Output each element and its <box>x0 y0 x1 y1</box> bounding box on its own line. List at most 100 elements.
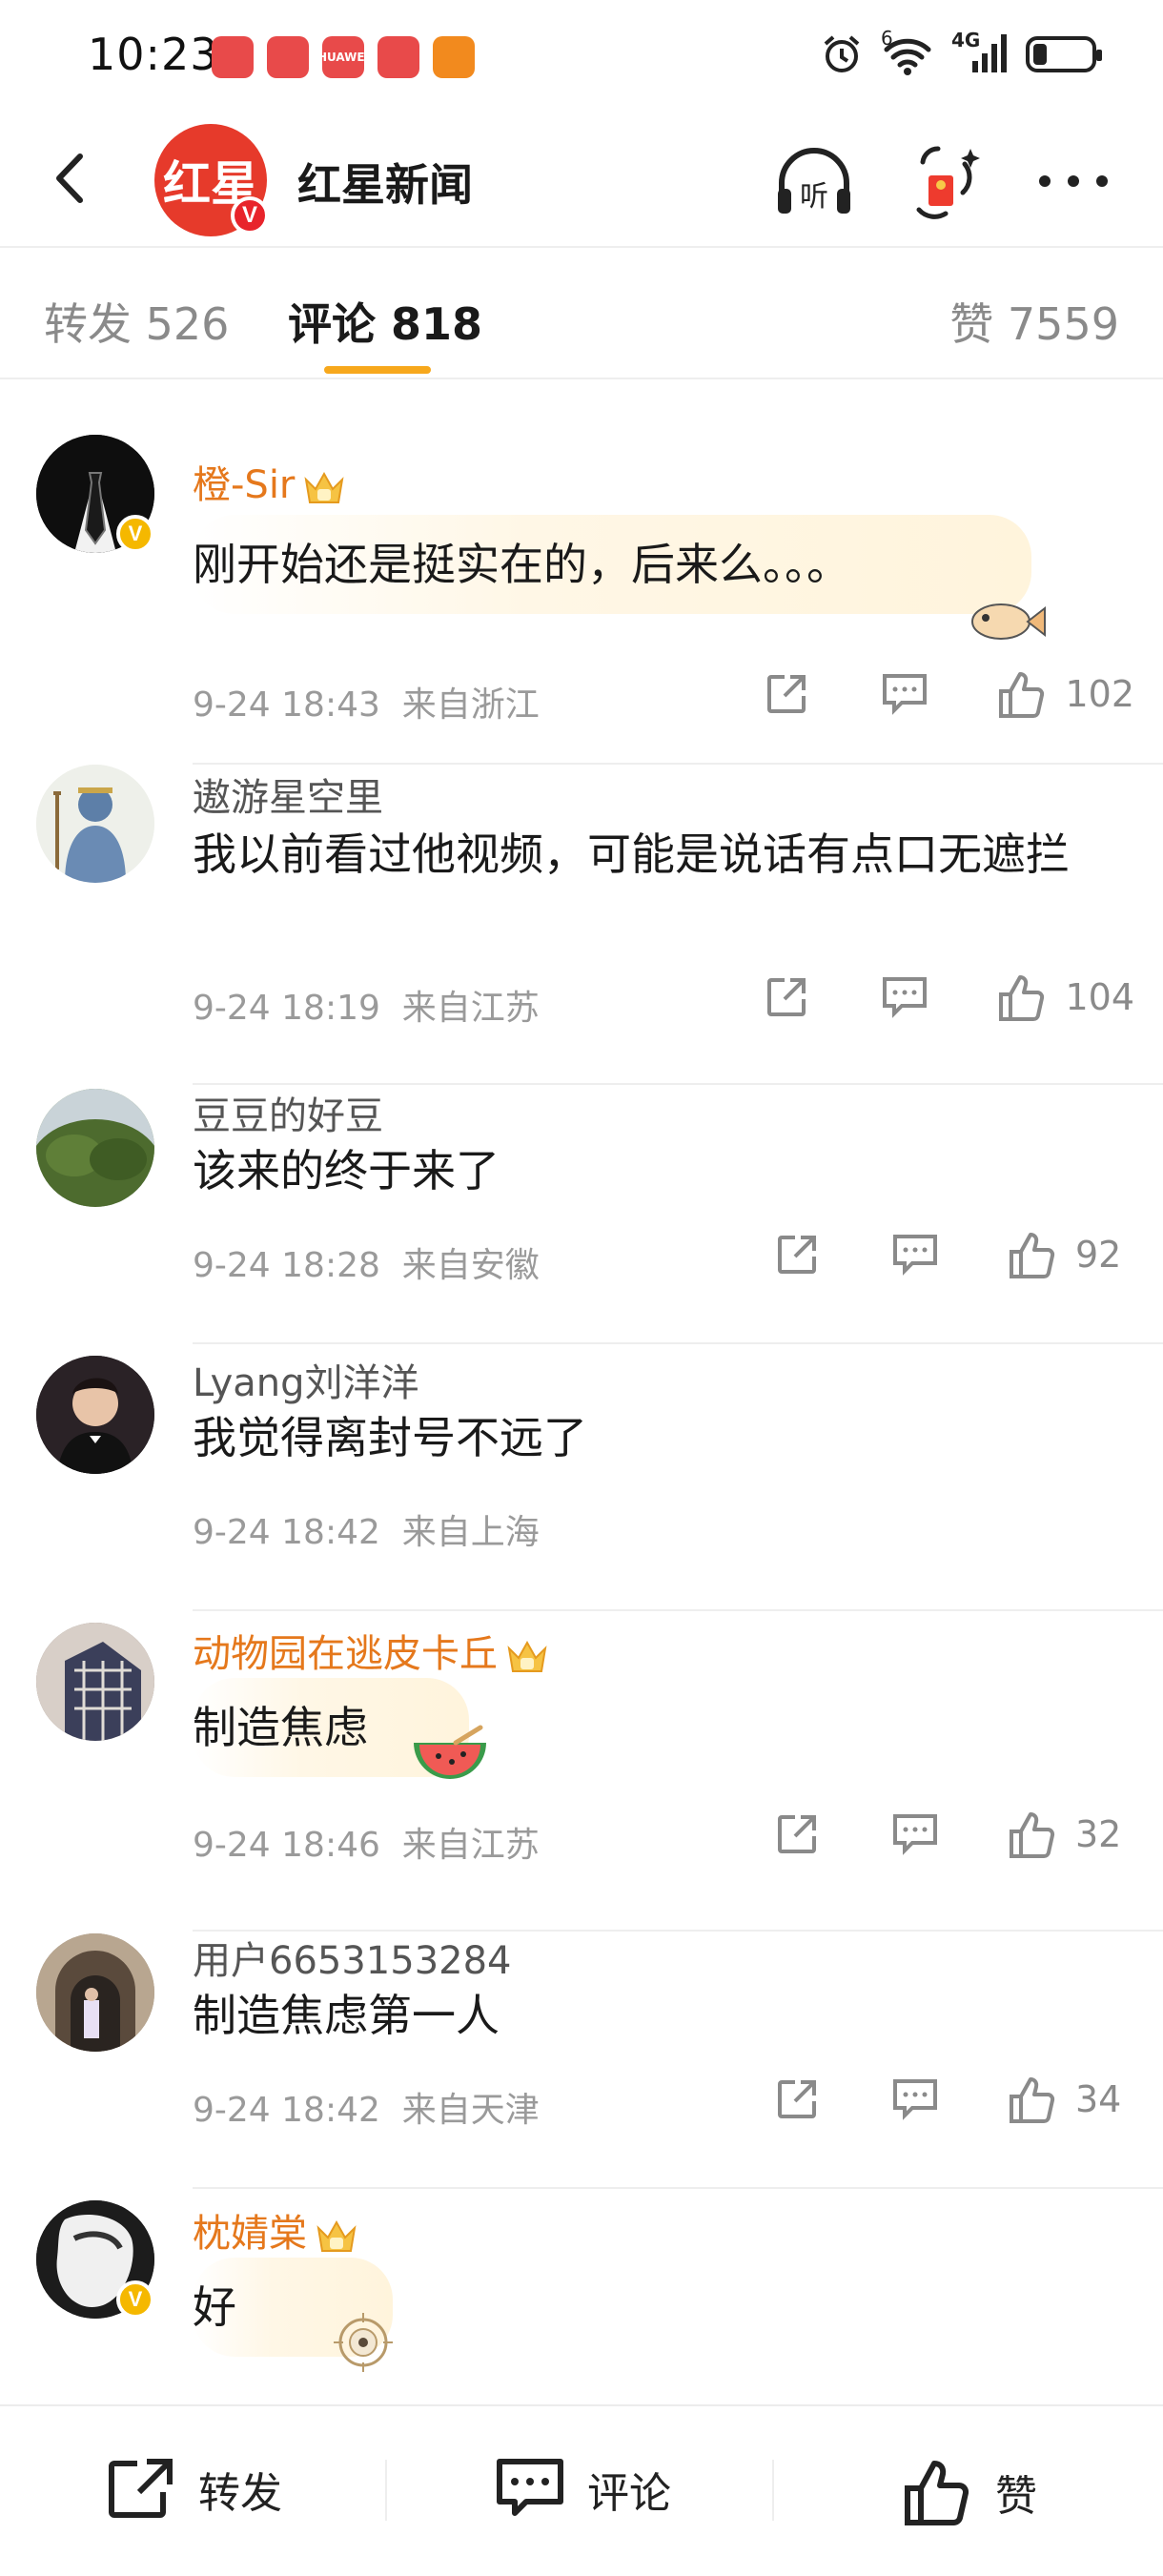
verified-badge-icon: V <box>231 196 269 235</box>
tab-bar: 转发 526 评论 818 赞 7559 <box>0 246 1163 379</box>
fish-sticker-icon <box>971 603 1046 640</box>
notification-app-icon <box>433 36 475 78</box>
crown-icon <box>304 471 344 503</box>
divider <box>193 1609 1163 1611</box>
signal-icon: 4G <box>951 29 1009 76</box>
like-label: 赞 <box>995 2472 1037 2521</box>
reply-button[interactable] <box>876 969 933 1026</box>
comment-icon <box>893 2079 937 2120</box>
red-packet-button[interactable] <box>902 143 986 219</box>
share-button[interactable] <box>758 665 815 723</box>
avatar[interactable] <box>36 1933 154 2052</box>
tab-repost[interactable]: 转发 526 <box>44 290 229 353</box>
reply-button[interactable] <box>887 1806 944 1863</box>
like-button[interactable] <box>994 665 1051 723</box>
status-bar: 10:23 HUAWEI 6 4G <box>0 0 1163 114</box>
verified-badge-icon: V <box>116 2280 154 2319</box>
like-count: 104 <box>1065 976 1134 1018</box>
watermelon-sticker-icon <box>414 1725 486 1779</box>
account-name[interactable]: 红星新闻 <box>297 151 473 214</box>
comment-actions: 104 <box>758 969 1134 1026</box>
repost-button[interactable]: 转发 <box>105 2456 282 2523</box>
username[interactable]: 遨游星空里 <box>193 767 383 822</box>
reply-button[interactable] <box>887 2071 944 2128</box>
comment-actions: 32 <box>768 1806 1134 1863</box>
comment-meta: 9-24 18:28 来自安徽 <box>193 1246 540 1285</box>
status-time: 10:23 <box>88 29 219 80</box>
tab-likes[interactable]: 赞 7559 <box>949 290 1119 353</box>
divider <box>193 2187 1163 2189</box>
like-button[interactable] <box>1005 1226 1062 1283</box>
comment-item: 用户6653153284 制造焦虑第一人 9-24 18:42 来自天津 34 <box>0 1930 1163 2197</box>
thumbs-up-icon <box>905 2461 969 2525</box>
active-tab-indicator <box>324 366 431 374</box>
thumbs-up-icon <box>999 672 1045 718</box>
verified-badge-icon: V <box>116 515 154 553</box>
thumbs-up-icon <box>1010 1812 1055 1858</box>
listen-button[interactable]: 听 <box>772 143 856 219</box>
tab-comments[interactable]: 评论 818 <box>288 290 482 353</box>
avatar[interactable] <box>36 1089 154 1207</box>
share-icon <box>767 978 806 1016</box>
account-avatar[interactable]: 红星 V <box>154 124 269 236</box>
notification-app-icon <box>212 36 254 78</box>
reply-button[interactable] <box>887 1226 944 1283</box>
username[interactable]: 橙-Sir <box>193 454 346 509</box>
username[interactable]: Lyang刘洋洋 <box>193 1352 419 1407</box>
like-button[interactable] <box>994 969 1051 1026</box>
share-button[interactable] <box>768 2071 826 2128</box>
comment-icon <box>883 977 928 1018</box>
repost-label: 转发 <box>198 2469 282 2518</box>
reply-button[interactable] <box>876 665 933 723</box>
thumbs-up-icon <box>1010 1233 1055 1278</box>
share-button[interactable] <box>768 1806 826 1863</box>
username[interactable]: 枕婧棠 <box>193 2202 358 2258</box>
more-button[interactable] <box>1031 143 1115 219</box>
comment-actions: 92 <box>768 1226 1134 1283</box>
comment-item: 豆豆的好豆 该来的终于来了 9-24 18:28 来自安徽 92 <box>0 1085 1163 1352</box>
notification-icons: HUAWEI <box>212 36 475 78</box>
comment-button[interactable]: 评论 <box>494 2456 671 2523</box>
comment-meta: 9-24 18:43 来自浙江 <box>193 685 540 725</box>
system-indicators: 6 4G <box>820 27 1102 76</box>
avatar[interactable] <box>36 1623 154 1741</box>
avatar[interactable] <box>36 765 154 883</box>
like-button[interactable]: 赞 <box>902 2456 1037 2528</box>
like-button[interactable] <box>1005 1806 1062 1863</box>
comment-actions: 34 <box>768 2071 1134 2128</box>
comment-text: 刚开始还是挺实在的，后来么。。。 <box>193 539 850 590</box>
share-button[interactable] <box>758 969 815 1026</box>
username[interactable]: 动物园在逃皮卡丘 <box>193 1623 549 1678</box>
comment-meta: 9-24 18:19 来自江苏 <box>193 989 540 1028</box>
comment-text: 该来的终于来了 <box>193 1145 500 1196</box>
like-button[interactable] <box>1005 2071 1062 2128</box>
top-nav: 红星 V 红星新闻 听 <box>0 124 1163 238</box>
like-count: 92 <box>1075 1234 1122 1276</box>
svg-text:听: 听 <box>800 180 828 214</box>
comment-icon <box>893 1235 937 1276</box>
like-count: 32 <box>1075 1813 1122 1855</box>
notification-app-icon <box>267 36 309 78</box>
comment-text: 我觉得离封号不远了 <box>193 1412 587 1463</box>
comment-label: 评论 <box>587 2469 671 2518</box>
divider <box>772 2460 774 2521</box>
back-button[interactable] <box>38 145 105 212</box>
thumbs-up-icon <box>999 975 1045 1021</box>
comment-icon <box>883 674 928 715</box>
compass-sticker-icon <box>334 2313 393 2372</box>
battery-icon <box>1026 36 1102 72</box>
share-button[interactable] <box>768 1226 826 1283</box>
comment-actions: 102 <box>758 665 1134 723</box>
comment-text: 制造焦虑 <box>193 1702 368 1753</box>
notification-app-icon <box>377 36 419 78</box>
comment-icon <box>893 1814 937 1855</box>
alarm-icon <box>824 35 860 72</box>
share-icon <box>109 2459 173 2518</box>
comment-item: 遨游星空里 我以前看过他视频，可能是说话有点口无遮拦 9-24 18:19 来自… <box>0 765 1163 1085</box>
comment-meta: 9-24 18:42 来自上海 <box>193 1513 540 1552</box>
crown-icon <box>507 1640 547 1672</box>
comment-meta: 9-24 18:42 来自天津 <box>193 2091 540 2130</box>
avatar[interactable] <box>36 1356 154 1474</box>
username[interactable]: 豆豆的好豆 <box>193 1085 383 1140</box>
username[interactable]: 用户6653153284 <box>193 1930 512 1985</box>
